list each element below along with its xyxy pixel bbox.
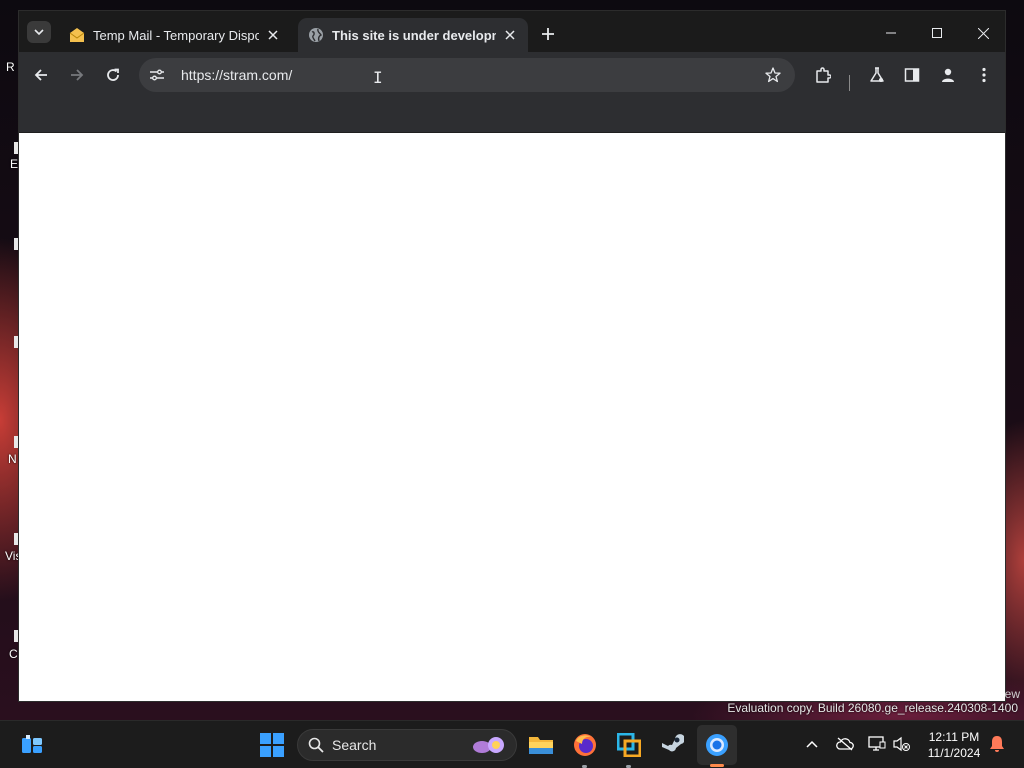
tab-site-under-development[interactable]: This site is under development xyxy=(298,18,528,52)
back-button[interactable] xyxy=(28,62,54,88)
tab-close-button[interactable] xyxy=(265,27,281,43)
chrome-active-indicator xyxy=(710,764,724,767)
chevron-up-icon xyxy=(806,740,818,748)
desktop-icon-label-3: N xyxy=(8,452,17,466)
steam-icon xyxy=(662,734,684,752)
tune-icon xyxy=(150,69,164,81)
tab-search-button[interactable] xyxy=(27,21,51,43)
firefox-icon xyxy=(574,734,596,756)
start-icon xyxy=(260,733,284,757)
close-window-button[interactable] xyxy=(963,19,1003,47)
volume-muted-icon xyxy=(893,736,910,752)
tab-close-button[interactable] xyxy=(502,27,518,43)
maximize-button[interactable] xyxy=(917,19,957,47)
network-icon xyxy=(868,736,886,751)
cloud-off-icon xyxy=(836,737,854,751)
clock-time: 12:11 PM xyxy=(928,730,980,744)
onedrive-button[interactable] xyxy=(834,731,856,757)
file-explorer-button[interactable] xyxy=(525,729,557,761)
text-cursor-icon: I xyxy=(373,68,383,87)
minimize-icon xyxy=(886,32,896,34)
globe-icon xyxy=(309,28,323,42)
plus-icon xyxy=(542,28,554,40)
tab-temp-mail[interactable]: Temp Mail - Temporary Dispos xyxy=(59,18,291,52)
widgets-button[interactable] xyxy=(16,729,48,761)
vmware-icon xyxy=(617,733,641,757)
chevron-down-icon xyxy=(34,29,44,36)
chrome-button[interactable] xyxy=(701,729,733,761)
forward-button[interactable] xyxy=(64,62,90,88)
close-icon xyxy=(977,27,989,39)
profile-button[interactable] xyxy=(935,62,961,88)
network-button[interactable] xyxy=(866,731,888,757)
envelope-icon xyxy=(69,28,85,42)
search-label: Search xyxy=(332,737,377,753)
extensions-button[interactable] xyxy=(810,62,836,88)
show-hidden-icons-button[interactable] xyxy=(801,731,823,757)
bookmarks-bar xyxy=(19,97,1005,133)
steam-button[interactable] xyxy=(656,729,688,761)
tab-strip: Temp Mail - Temporary Dispos This site i… xyxy=(19,11,1005,52)
site-info-button[interactable] xyxy=(145,63,169,87)
desktop-icon-label-2: E xyxy=(10,157,19,171)
arrow-left-icon xyxy=(34,69,47,81)
reload-icon xyxy=(107,68,119,81)
toolbar-separator xyxy=(849,75,850,91)
desktop-icon-label-5: C xyxy=(9,647,18,661)
arrow-right-icon xyxy=(71,69,84,81)
evaluation-watermark: Evaluation copy. Build 26080.ge_release.… xyxy=(727,701,1018,715)
notifications-button[interactable] xyxy=(986,731,1008,757)
watermark-partial-text: ew xyxy=(1004,687,1020,701)
kebab-menu-icon xyxy=(982,67,986,83)
tab-title: Temp Mail - Temporary Dispos xyxy=(93,27,259,43)
firefox-button[interactable] xyxy=(569,729,601,761)
browser-window: Temp Mail - Temporary Dispos This site i… xyxy=(18,10,1006,702)
close-icon xyxy=(505,30,515,40)
volume-button[interactable] xyxy=(891,731,913,757)
bell-icon xyxy=(990,736,1004,752)
page-content[interactable] xyxy=(19,133,1005,701)
side-panel-button[interactable] xyxy=(899,62,925,88)
address-bar[interactable] xyxy=(139,58,795,92)
vmware-button[interactable] xyxy=(613,729,645,761)
close-icon xyxy=(268,30,278,40)
taskbar: Search 12:11 PM 11/1/2024 xyxy=(0,720,1024,768)
browser-toolbar xyxy=(19,52,1005,97)
system-clock[interactable]: 12:11 PM 11/1/2024 xyxy=(922,729,986,761)
tab-title: This site is under development xyxy=(332,27,496,43)
chrome-icon xyxy=(706,734,728,756)
clock-date: 11/1/2024 xyxy=(927,746,981,760)
search-icon xyxy=(308,737,324,753)
desktop-icon-label-1: R xyxy=(6,60,15,74)
maximize-icon xyxy=(932,28,942,38)
taskbar-search[interactable]: Search xyxy=(297,729,517,761)
file-explorer-icon xyxy=(529,737,553,754)
url-input[interactable] xyxy=(181,67,761,83)
reload-button[interactable] xyxy=(100,62,126,88)
minimize-button[interactable] xyxy=(871,19,911,47)
side-panel-icon xyxy=(904,68,920,82)
flask-icon xyxy=(870,67,884,82)
star-icon xyxy=(765,67,781,83)
widgets-icon xyxy=(22,735,42,753)
labs-button[interactable] xyxy=(864,62,890,88)
start-button[interactable] xyxy=(256,729,288,761)
new-tab-button[interactable] xyxy=(537,23,559,45)
person-icon xyxy=(942,68,954,82)
puzzle-icon xyxy=(816,67,831,83)
menu-button[interactable] xyxy=(971,62,997,88)
search-highlight-icon xyxy=(473,737,504,753)
bookmark-button[interactable] xyxy=(761,63,785,87)
